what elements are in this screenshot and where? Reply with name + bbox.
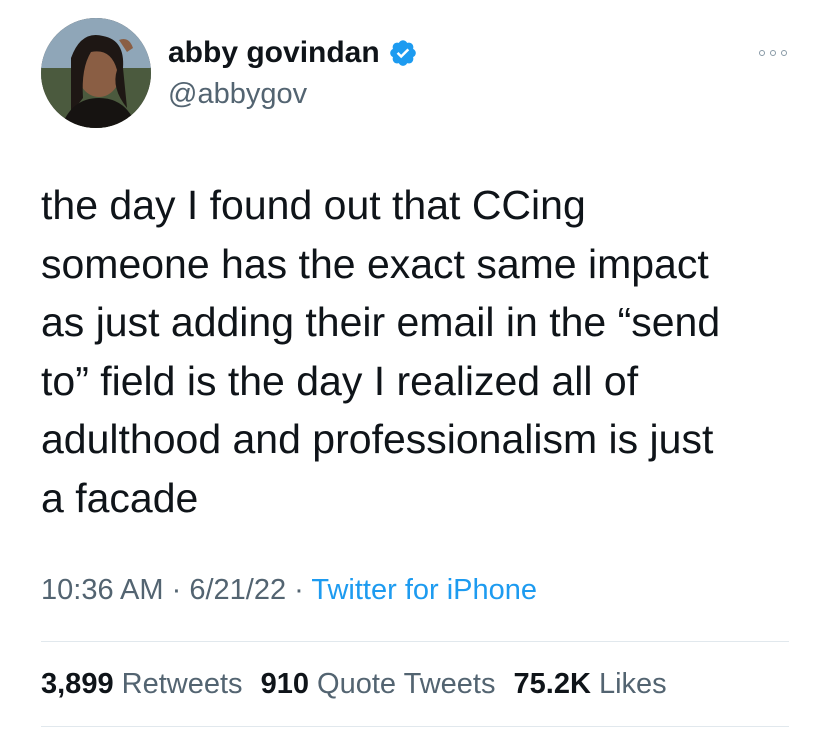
retweets-stat[interactable]: 3,899 Retweets [41,668,243,700]
author-name-row[interactable]: abby govindan [168,38,418,68]
avatar[interactable] [41,18,151,128]
tweet-date[interactable]: 6/21/22 [189,574,286,606]
retweets-label: Retweets [121,668,243,700]
retweets-count: 3,899 [41,668,114,700]
likes-stat[interactable]: 75.2K Likes [514,668,667,700]
tweet-metadata: 10:36 AM · 6/21/22 · Twitter for iPhone [41,576,537,605]
tweet-source-link[interactable]: Twitter for iPhone [311,574,537,606]
tweet-text: the day I found out that CCing someone h… [41,182,721,521]
meta-separator: · [171,574,182,606]
verified-badge-icon [388,38,418,68]
more-dot-icon [770,50,776,56]
likes-count: 75.2K [513,668,591,700]
likes-label: Likes [598,668,667,700]
tweet-time[interactable]: 10:36 AM [41,574,164,606]
author-handle[interactable]: @abbygov [168,80,307,109]
divider [41,726,789,727]
more-options-icon[interactable] [754,46,792,60]
quote-tweets-count: 910 [260,668,309,700]
more-dot-icon [781,50,787,56]
divider [41,641,789,642]
quote-tweets-label: Quote Tweets [317,668,496,700]
author-display-name[interactable]: abby govindan [168,38,380,68]
meta-separator: · [294,574,304,606]
quote-tweets-stat[interactable]: 910 Quote Tweets [261,668,496,700]
more-dot-icon [759,50,765,56]
engagement-stats: 3,899 Retweets 910 Quote Tweets 75.2K Li… [41,670,677,699]
